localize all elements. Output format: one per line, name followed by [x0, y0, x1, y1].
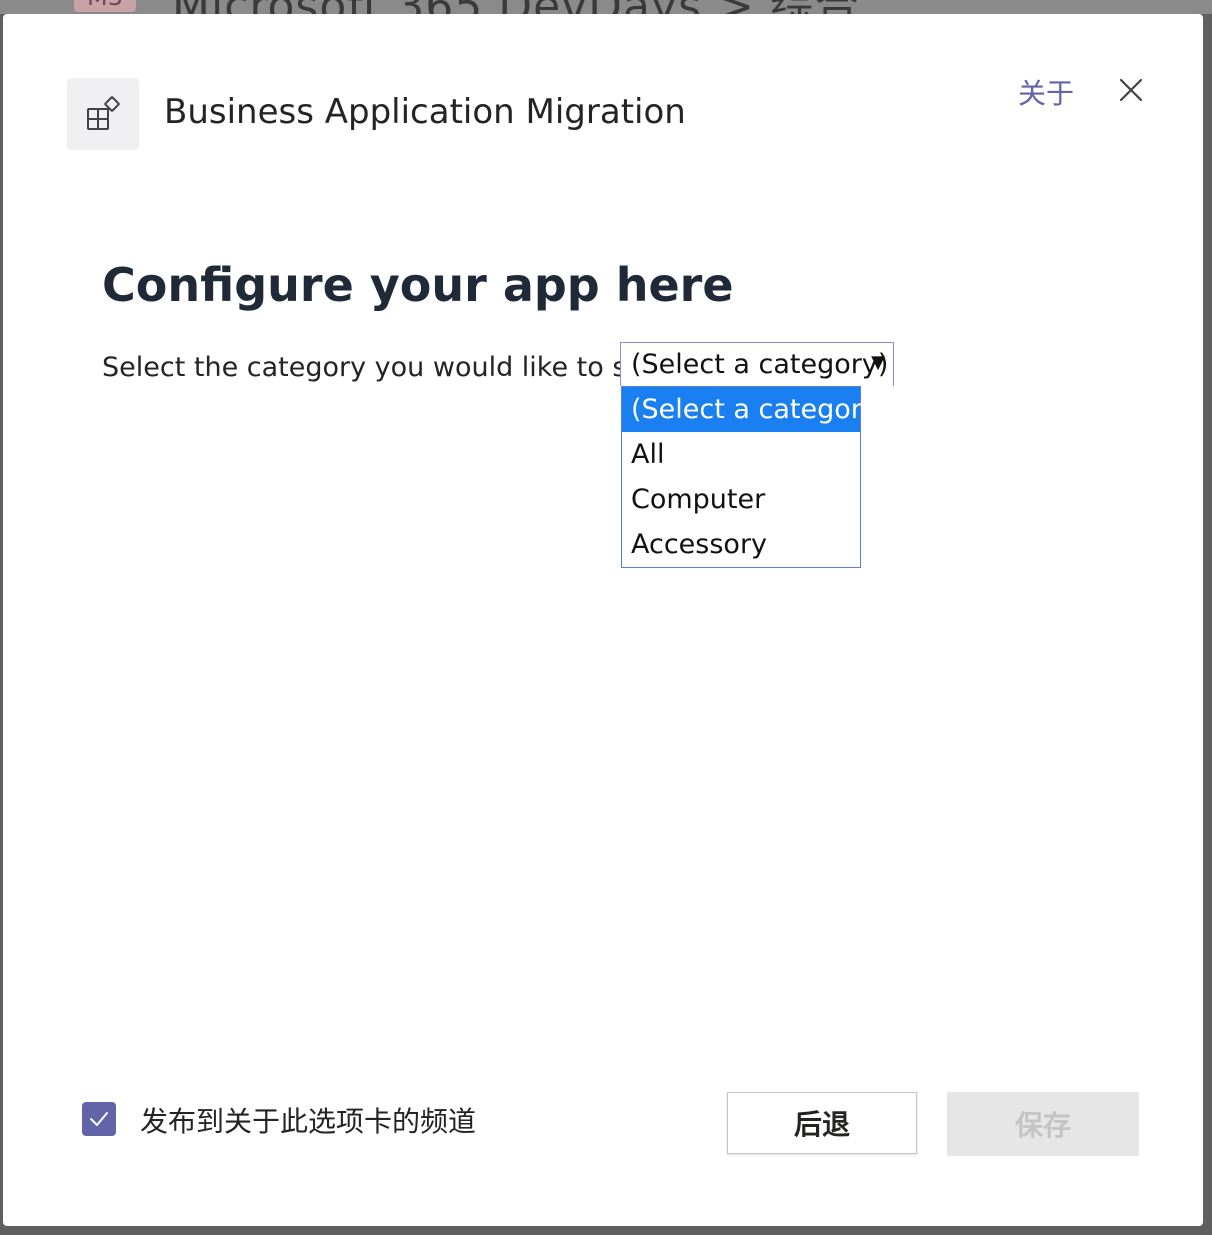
category-select-value: (Select a category) — [631, 349, 889, 380]
apps-add-icon — [87, 96, 120, 130]
category-dropdown-list: (Select a category) All Computer Accesso… — [621, 386, 888, 568]
configure-tab-dialog: Business Application Migration 关于 Config… — [3, 14, 1203, 1226]
category-option[interactable]: (Select a category) — [622, 387, 888, 432]
background-breadcrumb: Microsoft 365 DevDays > 综合 ... — [172, 0, 920, 14]
chevron-down-icon: ▼ — [871, 352, 885, 373]
app-config-frame: Configure your app here Select the categ… — [67, 214, 1139, 1038]
category-select[interactable]: (Select a category) ▼ — [620, 342, 894, 386]
close-icon — [1119, 78, 1143, 102]
background-app-header: M3 Microsoft 365 DevDays > 综合 ... — [0, 0, 1212, 14]
category-option[interactable]: All — [622, 432, 860, 477]
checkmark-icon — [90, 1112, 108, 1126]
app-title: Business Application Migration — [164, 92, 686, 132]
category-option[interactable]: Accessory — [622, 522, 860, 567]
category-label: Select the category you would like to se… — [102, 352, 669, 383]
category-option[interactable]: Computer — [622, 477, 860, 522]
back-button[interactable]: 后退 — [727, 1092, 917, 1154]
app-icon-tile — [67, 78, 139, 150]
close-button[interactable] — [1113, 72, 1149, 108]
about-link[interactable]: 关于 — [1018, 72, 1074, 112]
page-title: Configure your app here — [102, 258, 734, 312]
save-button: 保存 — [947, 1092, 1139, 1156]
background-team-badge: M3 — [74, 0, 136, 12]
publish-checkbox-label: 发布到关于此选项卡的频道 — [140, 1105, 477, 1138]
publish-checkbox[interactable] — [82, 1102, 116, 1136]
